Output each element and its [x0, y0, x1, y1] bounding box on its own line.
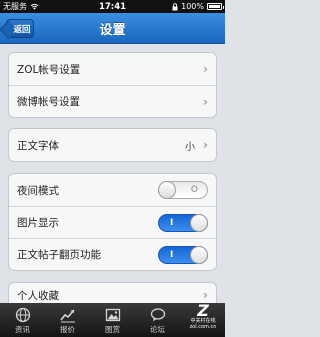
toggle-glyph: I [170, 217, 174, 228]
image-display-toggle[interactable]: I [158, 213, 208, 232]
tab-news[interactable]: 资讯 [3, 307, 43, 335]
toggle-glyph: I [170, 249, 174, 260]
settings-row-weibo-account[interactable]: 微博帐号设置 › [9, 85, 216, 117]
watermark-logo: Z 中关村在线 zol.com.cn [183, 303, 223, 335]
row-label: 微博帐号设置 [17, 96, 80, 108]
settings-row-font-size[interactable]: 正文字体 小 › [9, 129, 216, 161]
tab-prices[interactable]: 报价 [48, 307, 88, 335]
more-group: 个人收藏 › [8, 282, 217, 303]
font-group: 正文字体 小 › [8, 128, 217, 162]
navigation-bar: 返回 设置 [0, 13, 225, 44]
toggle-glyph: O [190, 185, 198, 195]
settings-row-night-mode: 夜间模式 O [9, 174, 216, 206]
page-turn-toggle[interactable]: I [158, 245, 208, 264]
row-label: 正文帖子翻页功能 [17, 249, 101, 261]
wifi-icon [30, 3, 39, 10]
tab-label: 论坛 [150, 325, 165, 334]
chevron-right-icon: › [203, 288, 208, 302]
lock-icon [172, 2, 178, 10]
row-label: 个人收藏 [17, 289, 59, 302]
picture-icon [105, 308, 120, 322]
page-title: 设置 [99, 22, 126, 38]
font-size-value: 小 [185, 141, 196, 153]
settings-row-image-display: 图片显示 I [9, 206, 216, 238]
chevron-right-icon: › [203, 94, 208, 109]
row-label: 正文字体 [17, 139, 59, 152]
battery-icon [207, 3, 224, 10]
tab-forum[interactable]: 论坛 [138, 307, 178, 335]
trend-chart-icon [59, 309, 75, 323]
back-button-label: 返回 [13, 24, 31, 35]
toggles-group: 夜间模式 O 图片显示 I 正文帖子翻页功能 I [8, 173, 217, 271]
tab-label: 资讯 [15, 325, 30, 334]
row-label: 图片显示 [17, 217, 59, 229]
accounts-group: ZOL帐号设置 › 微博帐号设置 › [8, 52, 217, 118]
status-bar: 无服务 17:41 100% [0, 0, 225, 13]
toggle-knob [158, 181, 176, 199]
night-mode-toggle[interactable]: O [158, 181, 208, 199]
carrier-label: 无服务 [3, 2, 27, 11]
chevron-right-icon: › [203, 62, 208, 76]
toggle-knob [190, 213, 208, 232]
settings-row-page-turn: 正文帖子翻页功能 I [9, 238, 216, 270]
carrier-info: 无服务 [3, 1, 39, 12]
globe-icon [15, 307, 30, 323]
row-label: 夜间模式 [17, 184, 59, 197]
logo-letter: Z [197, 301, 209, 320]
watermark-line2: zol.com.cn [189, 323, 217, 330]
battery-percent: 100% [181, 2, 204, 11]
tab-gallery[interactable]: 图赏 [93, 307, 133, 335]
speech-bubble-icon [150, 308, 165, 322]
back-button[interactable]: 返回 [6, 19, 34, 38]
toggle-knob [190, 245, 208, 264]
row-label: ZOL帐号设置 [17, 63, 81, 76]
tab-label: 报价 [60, 325, 75, 334]
settings-row-zol-account[interactable]: ZOL帐号设置 › [9, 53, 216, 85]
settings-row-favorites[interactable]: 个人收藏 › [9, 283, 216, 303]
chevron-right-icon: › [203, 138, 208, 152]
tab-label: 图赏 [105, 325, 120, 334]
